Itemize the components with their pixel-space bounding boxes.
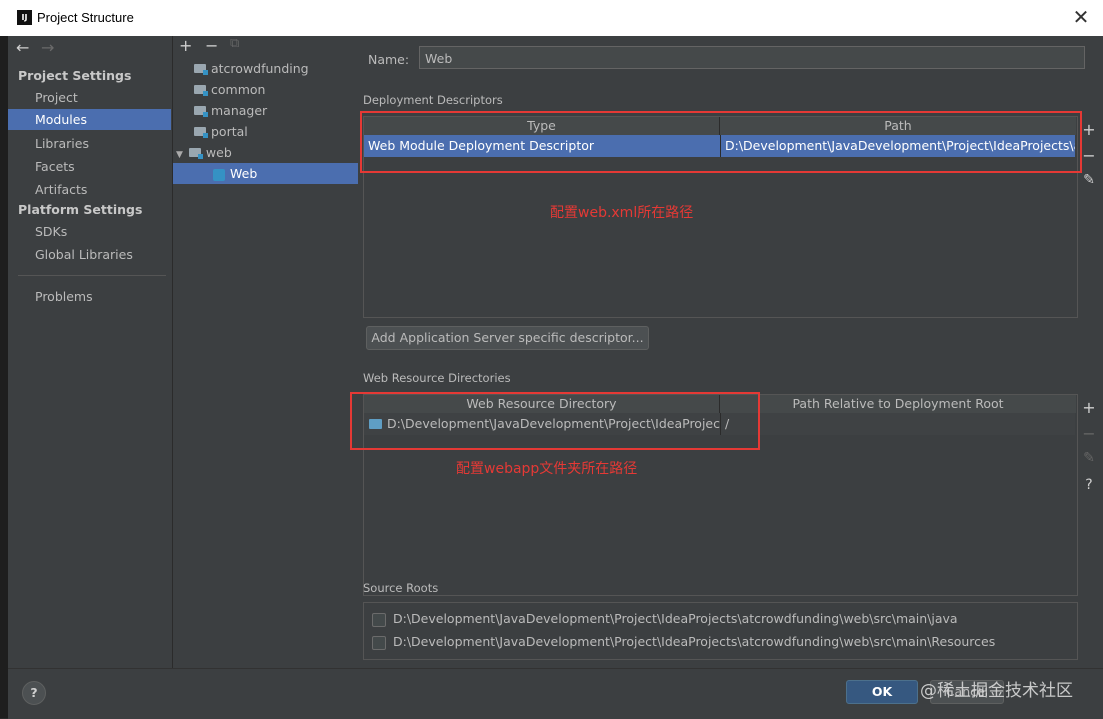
web-resource-directories-group: Web Resource Directories (363, 371, 511, 385)
section-platform-settings: Platform Settings (18, 202, 143, 217)
expand-arrow-icon[interactable]: ▼ (176, 150, 183, 160)
section-project-settings: Project Settings (18, 68, 132, 83)
source-root-checkbox[interactable] (372, 636, 386, 650)
ok-button[interactable]: OK (846, 680, 918, 704)
add-resource-icon[interactable]: + (1080, 398, 1098, 417)
tree-node-portal[interactable]: portal (194, 121, 248, 142)
window-title: Project Structure (37, 10, 134, 25)
module-detail-panel: Name: Web Deployment Descriptors Type Pa… (350, 36, 1103, 668)
sidebar-item-libraries[interactable]: Libraries (8, 133, 171, 154)
sidebar-item-artifacts[interactable]: Artifacts (8, 179, 171, 200)
module-folder-icon (194, 127, 208, 138)
source-roots-list: D:\Development\JavaDevelopment\Project\I… (363, 602, 1078, 660)
watermark: @稀土掘金技术社区 (920, 681, 1073, 701)
annotation-web-xml: 配置web.xml所在路径 (550, 205, 694, 221)
source-root-checkbox[interactable] (372, 613, 386, 627)
tree-node-web[interactable]: ▼ web (176, 142, 232, 163)
settings-sidebar: ← → Project Settings Project Modules Lib… (8, 36, 172, 668)
sidebar-item-project[interactable]: Project (8, 87, 171, 108)
web-facet-icon (213, 168, 225, 181)
edit-resource-icon[interactable]: ✎ (1080, 450, 1098, 466)
annotation-webapp: 配置webapp文件夹所在路径 (456, 461, 638, 477)
sidebar-item-global-libraries[interactable]: Global Libraries (8, 244, 171, 265)
remove-module-icon[interactable]: − (205, 36, 218, 55)
tree-node-manager[interactable]: manager (194, 100, 267, 121)
dialog-footer: ? OK Cancel @稀土掘金技术社区 (8, 668, 1103, 719)
column-header-relative-path[interactable]: Path Relative to Deployment Root (720, 395, 1076, 413)
help-icon[interactable]: ? (1080, 477, 1098, 493)
remove-resource-icon[interactable]: − (1080, 424, 1098, 443)
deployment-descriptors-group: Deployment Descriptors (363, 93, 503, 107)
add-module-icon[interactable]: + (179, 36, 192, 55)
module-folder-icon (194, 85, 208, 96)
source-root-path: D:\Development\JavaDevelopment\Project\I… (393, 634, 996, 649)
tree-node-web-facet[interactable]: Web (173, 163, 358, 184)
module-folder-icon (194, 64, 208, 75)
window-title-bar: IJ Project Structure ✕ (0, 0, 1103, 37)
highlight-box-descriptor (360, 111, 1082, 173)
source-root-path: D:\Development\JavaDevelopment\Project\I… (393, 611, 958, 626)
source-roots-group: Source Roots (363, 581, 439, 595)
sidebar-item-facets[interactable]: Facets (8, 156, 171, 177)
sidebar-item-modules[interactable]: Modules (8, 109, 171, 130)
forward-arrow-icon[interactable]: → (41, 38, 54, 57)
module-folder-icon (194, 106, 208, 117)
sidebar-divider (18, 275, 166, 276)
background-editor-strip (0, 36, 8, 718)
tree-node-atcrowdfunding[interactable]: atcrowdfunding (194, 58, 309, 79)
remove-descriptor-icon[interactable]: − (1080, 146, 1098, 165)
tree-node-common[interactable]: common (194, 79, 265, 100)
close-icon[interactable]: ✕ (1069, 5, 1093, 29)
help-button[interactable]: ? (22, 681, 46, 705)
sidebar-item-sdks[interactable]: SDKs (8, 221, 171, 242)
highlight-box-resource (350, 392, 760, 450)
add-descriptor-icon[interactable]: + (1080, 120, 1098, 139)
intellij-logo-icon: IJ (17, 10, 32, 25)
module-folder-icon (188, 148, 203, 159)
back-arrow-icon[interactable]: ← (16, 38, 29, 57)
module-tree-panel: + − ⧉ atcrowdfunding common manager port… (172, 36, 359, 668)
sidebar-item-problems[interactable]: Problems (8, 286, 171, 307)
module-name-input[interactable]: Web (419, 46, 1085, 69)
add-server-descriptor-button[interactable]: Add Application Server specific descript… (366, 326, 649, 350)
name-label: Name: (368, 52, 410, 67)
copy-module-icon[interactable]: ⧉ (230, 36, 239, 51)
relative-path-cell: / (720, 413, 1075, 435)
edit-descriptor-icon[interactable]: ✎ (1080, 172, 1098, 188)
